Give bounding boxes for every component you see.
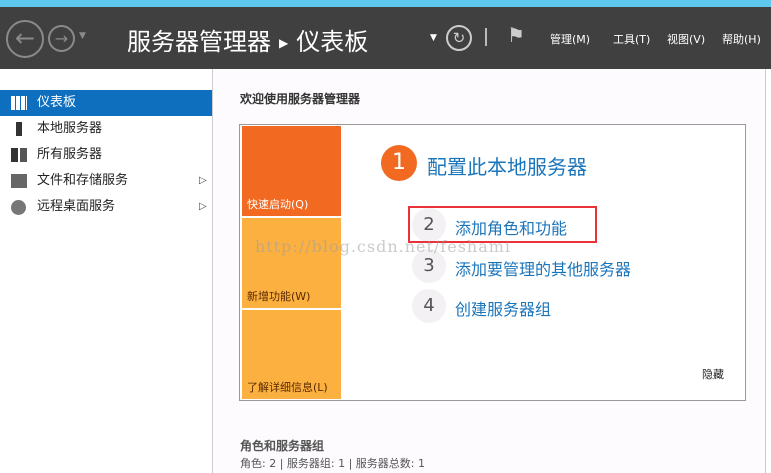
window-top-strip xyxy=(0,0,771,7)
remote-desktop-icon xyxy=(11,200,26,215)
breadcrumb-dropdown-icon[interactable]: ▼ xyxy=(430,33,437,43)
learn-more-tab[interactable]: 了解详细信息(L) xyxy=(242,310,341,399)
servers-icon xyxy=(11,148,27,162)
expand-arrow-icon[interactable]: ▷ xyxy=(199,194,207,220)
history-dropdown-icon[interactable]: ▼ xyxy=(79,31,86,41)
page-title: 仪表板 xyxy=(296,28,369,56)
menu-tools[interactable]: 工具(T) xyxy=(613,31,650,47)
tab-label: 了解详细信息(L) xyxy=(247,381,328,394)
sidebar-item-local-server[interactable]: 本地服务器 xyxy=(0,116,212,142)
hide-link[interactable]: 隐藏 xyxy=(702,366,724,382)
refresh-icon[interactable]: ↻ xyxy=(446,25,472,51)
divider xyxy=(485,28,487,46)
sidebar-item-remote-desktop[interactable]: 远程桌面服务 ▷ xyxy=(0,194,212,220)
welcome-tile: 快速启动(Q) 新增功能(W) 了解详细信息(L) 1 配置此本地服务器 2 添… xyxy=(239,124,746,401)
step-number-badge: 4 xyxy=(412,289,446,323)
sidebar-item-label: 所有服务器 xyxy=(37,147,103,162)
step-number-badge: 1 xyxy=(381,145,417,181)
tab-label: 新增功能(W) xyxy=(247,290,311,303)
back-arrow-icon[interactable]: ← xyxy=(6,20,44,58)
notification-flag-icon[interactable]: ⚑ xyxy=(507,23,525,47)
welcome-heading: 欢迎使用服务器管理器 xyxy=(240,92,361,106)
app-title: 服务器管理器 xyxy=(127,28,271,56)
sidebar: 仪表板 本地服务器 所有服务器 文件和存储服务 ▷ 远程桌面服务 ▷ xyxy=(0,69,213,473)
add-other-servers-link[interactable]: 添加要管理的其他服务器 xyxy=(455,256,631,280)
configure-local-server-link[interactable]: 配置此本地服务器 xyxy=(427,151,587,180)
sidebar-item-label: 远程桌面服务 xyxy=(37,199,116,214)
forward-arrow-icon[interactable]: → xyxy=(48,25,75,52)
tab-label: 快速启动(Q) xyxy=(247,198,309,211)
sidebar-item-all-servers[interactable]: 所有服务器 xyxy=(0,142,212,168)
expand-arrow-icon[interactable]: ▷ xyxy=(199,168,207,194)
menu-view[interactable]: 视图(V) xyxy=(667,31,705,47)
breadcrumb: 服务器管理器 ▶ 仪表板 xyxy=(127,22,368,57)
file-storage-icon xyxy=(11,174,27,188)
title-bar: ← → ▼ 服务器管理器 ▶ 仪表板 ▼ ↻ ⚑ 管理(M) 工具(T) 视图(V)… xyxy=(0,7,771,69)
menu-help[interactable]: 帮助(H) xyxy=(722,31,761,47)
sidebar-item-file-storage[interactable]: 文件和存储服务 ▷ xyxy=(0,168,212,194)
sidebar-item-label: 仪表板 xyxy=(37,95,77,110)
server-icon xyxy=(16,122,22,136)
roles-section-heading: 角色和服务器组 xyxy=(240,439,325,453)
dashboard-grid-icon xyxy=(11,96,27,110)
menu-manage[interactable]: 管理(M) xyxy=(550,31,590,47)
sidebar-item-label: 本地服务器 xyxy=(37,121,103,136)
scrollbar[interactable] xyxy=(765,69,771,473)
roles-summary: 角色: 2 | 服务器组: 1 | 服务器总数: 1 xyxy=(240,457,426,470)
whats-new-tab[interactable]: 新增功能(W) xyxy=(242,218,341,308)
create-server-group-link[interactable]: 创建服务器组 xyxy=(455,296,551,320)
breadcrumb-separator-icon: ▶ xyxy=(279,36,289,50)
sidebar-item-dashboard[interactable]: 仪表板 xyxy=(0,90,212,116)
quick-start-tab[interactable]: 快速启动(Q) xyxy=(242,126,341,216)
sidebar-item-label: 文件和存储服务 xyxy=(37,173,129,188)
watermark: http://blog.csdn.net/feshami xyxy=(255,237,512,256)
